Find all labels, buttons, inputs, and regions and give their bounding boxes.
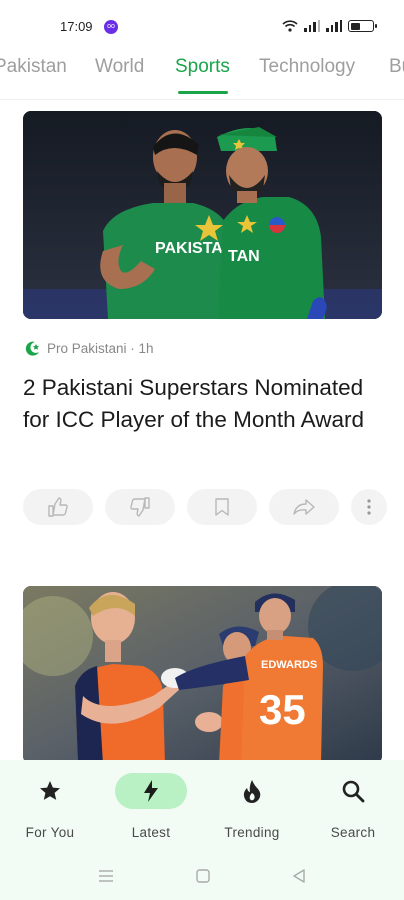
more-options-button[interactable]	[351, 489, 387, 525]
lightning-icon	[115, 773, 187, 809]
nav-for-you[interactable]: For You	[0, 760, 100, 850]
nav-label-for-you: For You	[25, 825, 75, 840]
thumbs-up-icon	[47, 497, 69, 517]
nav-search[interactable]: Search	[303, 760, 403, 850]
article-headline[interactable]: 2 Pakistani Superstars Nominated for ICC…	[23, 372, 383, 436]
bookmark-button[interactable]	[187, 489, 257, 525]
source-text: Pro Pakistani · 1h	[47, 340, 154, 356]
nav-label-latest: Latest	[131, 825, 171, 840]
article-image[interactable]: PAKISTAN TAN	[23, 111, 382, 319]
status-app-badge: oo	[104, 20, 118, 34]
nav-latest[interactable]: Latest	[101, 760, 201, 850]
status-icons	[282, 18, 377, 34]
tab-world[interactable]: World	[95, 56, 144, 78]
signal-icon-2	[326, 20, 342, 32]
source-logo-icon	[24, 340, 41, 357]
jersey-name: EDWARDS	[261, 659, 317, 671]
battery-icon	[348, 20, 377, 32]
flame-icon	[216, 773, 288, 809]
search-icon	[317, 773, 389, 809]
article-image-2[interactable]: EDWARDS 35	[23, 586, 382, 764]
nav-label-search: Search	[330, 825, 376, 840]
tab-technology[interactable]: Technology	[259, 56, 355, 78]
article-actions	[23, 489, 387, 525]
category-tabs: Pakistan World Sports Technology Busines…	[0, 54, 404, 100]
signal-icon	[304, 20, 320, 32]
star-icon	[14, 773, 86, 809]
menu-icon[interactable]	[98, 868, 114, 889]
tab-sports[interactable]: Sports	[175, 56, 230, 78]
bookmark-icon	[214, 497, 230, 517]
jersey-text-right: TAN	[228, 248, 260, 265]
home-icon[interactable]	[195, 868, 211, 889]
like-button[interactable]	[23, 489, 93, 525]
wifi-icon	[282, 20, 298, 32]
bottom-navigation: For You Latest Trending Search	[0, 760, 404, 900]
back-icon[interactable]	[291, 868, 307, 889]
tab-business[interactable]: Business	[389, 56, 404, 78]
active-tab-indicator	[178, 91, 228, 94]
article-source[interactable]: Pro Pakistani · 1h	[24, 338, 154, 358]
tab-pakistan[interactable]: Pakistan	[0, 56, 67, 78]
share-icon	[292, 498, 316, 516]
system-navigation-bar	[0, 862, 404, 892]
share-button[interactable]	[269, 489, 339, 525]
nav-label-trending: Trending	[224, 825, 280, 840]
status-bar: 17:09 oo	[0, 0, 404, 54]
dislike-button[interactable]	[105, 489, 175, 525]
thumbs-down-icon	[129, 497, 151, 517]
jersey-number: 35	[259, 686, 306, 733]
status-time: 17:09	[60, 19, 93, 34]
nav-trending[interactable]: Trending	[202, 760, 302, 850]
more-icon	[367, 499, 371, 515]
